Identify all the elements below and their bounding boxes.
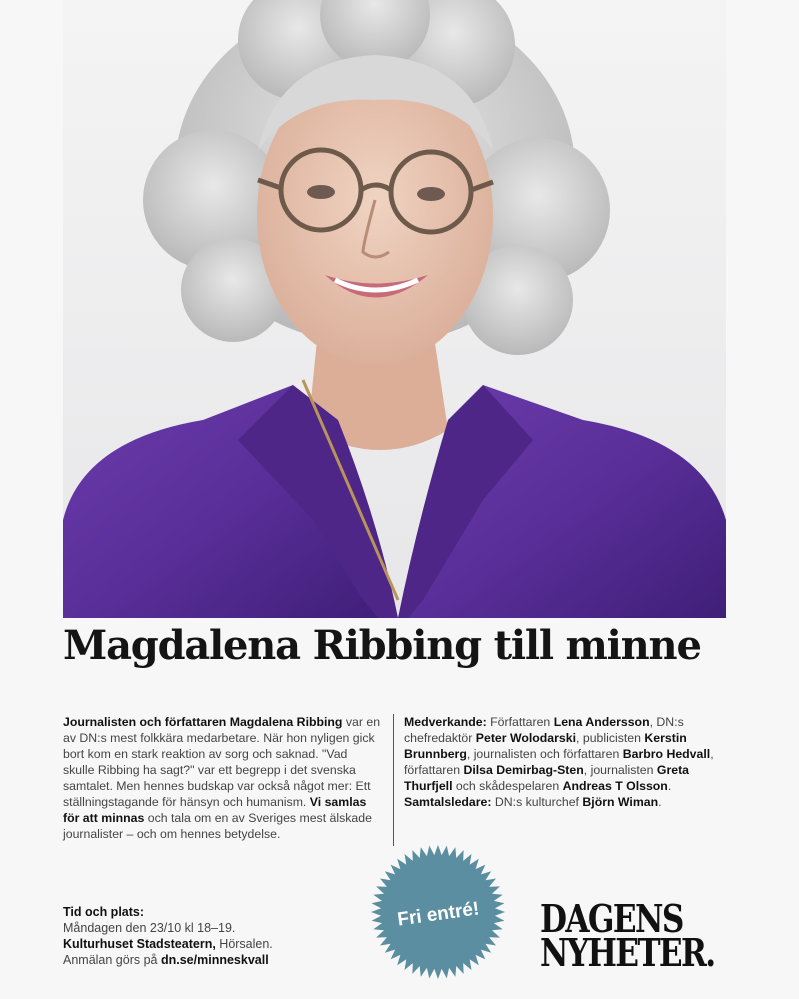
dagens-nyheter-logo: DAGENS NYHETER.: [540, 900, 716, 975]
moderator-label: Samtalsledare:: [404, 795, 492, 809]
participant-name: Andreas T Olsson: [562, 779, 668, 793]
info-title: Tid och plats:: [63, 905, 145, 919]
column-divider: [393, 714, 394, 846]
headline: Magdalena Ribbing till minne: [63, 622, 702, 669]
free-entry-badge: Fri entré!: [370, 844, 506, 980]
punctuation: .: [658, 795, 662, 809]
signup-url[interactable]: dn.se/minneskvall: [161, 953, 269, 967]
portrait-photo: [63, 0, 726, 618]
participant-role: , journalisten: [583, 763, 657, 777]
description-column: Journalisten och författaren Magdalena R…: [63, 714, 381, 842]
participant-name: Barbro Hedvall: [622, 747, 711, 761]
time-place-info: Tid och plats: Måndagen den 23/10 kl 18–…: [63, 904, 363, 968]
participant-name: Dilsa Demirbag-Sten: [463, 763, 584, 777]
punctuation: .: [667, 779, 672, 793]
participant-name: Lena Andersson: [553, 715, 650, 729]
signup-text: Anmälan görs på: [63, 953, 161, 967]
participant-name: Peter Wolodarski: [475, 731, 577, 745]
participant-role: , journalisten och författaren: [466, 747, 623, 761]
date-time: Måndagen den 23/10 kl 18–19.: [63, 921, 236, 935]
logo-line-2: NYHETER.: [540, 930, 716, 975]
lead-bold: Journalisten och författaren Magdalena R…: [63, 715, 343, 729]
portrait-illustration: [63, 0, 726, 618]
participant-role: och skådespelaren: [452, 779, 563, 793]
venue-name: Kulturhuset Stadsteatern,: [63, 937, 216, 951]
participants-label: Medverkande:: [404, 715, 487, 729]
moderator-role: DN:s kulturchef: [491, 795, 583, 809]
participant-role: , publicisten: [576, 731, 645, 745]
participant-role: Författaren: [486, 715, 554, 729]
venue-room: Hörsalen.: [215, 937, 273, 951]
participants-column: Medverkande: Författaren Lena Andersson,…: [404, 714, 734, 810]
moderator-name: Björn Wiman: [582, 795, 659, 809]
